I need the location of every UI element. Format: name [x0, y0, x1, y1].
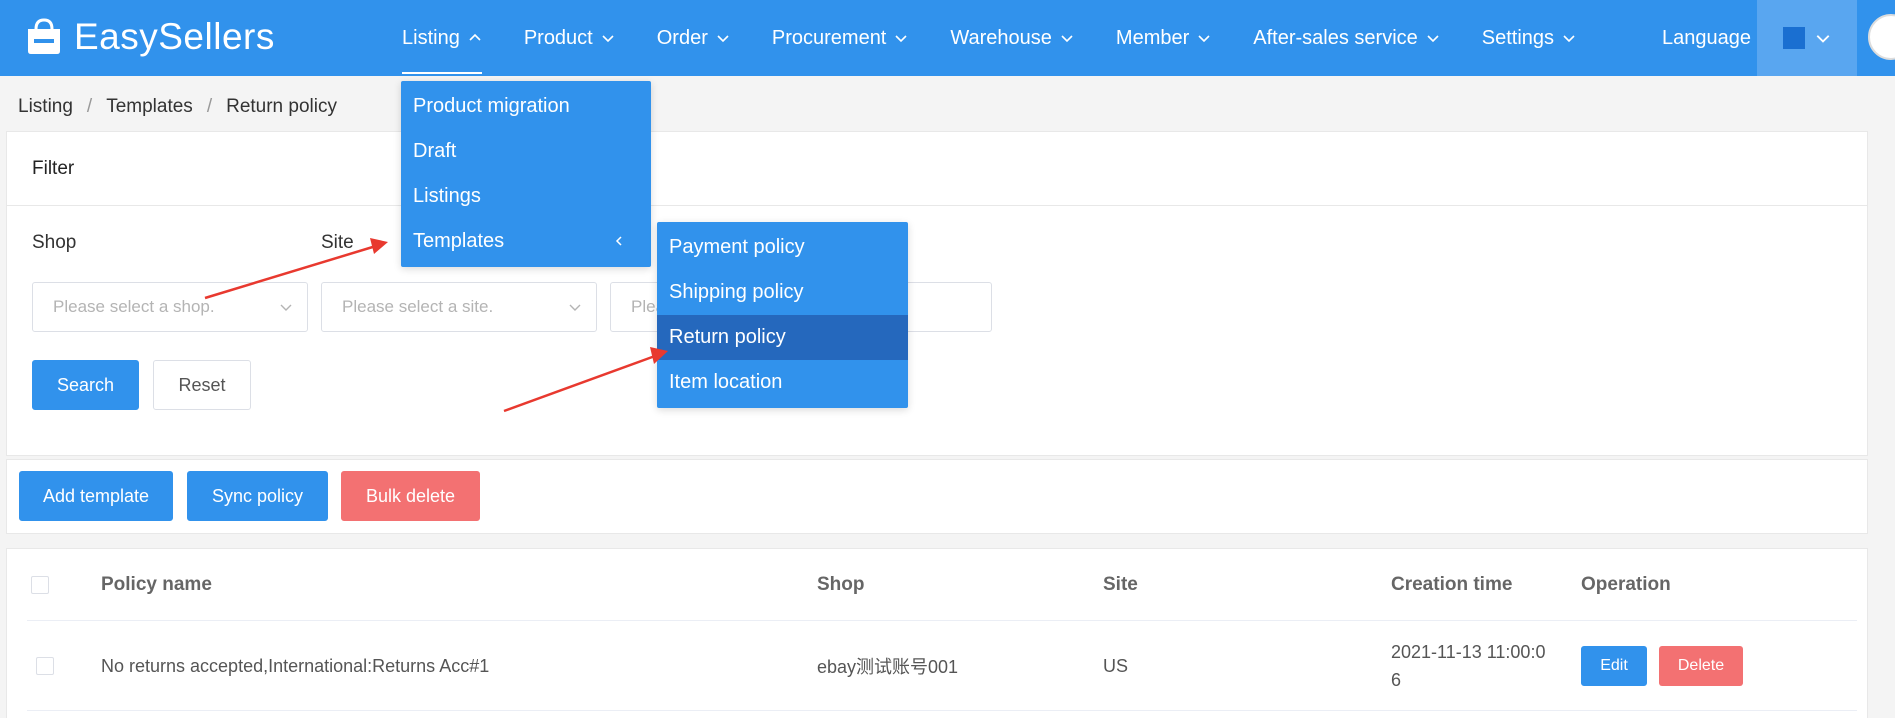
- chevron-down-icon: [1427, 35, 1439, 43]
- chevron-down-icon: [280, 304, 292, 311]
- action-bar: Add template Sync policy Bulk delete: [6, 459, 1868, 534]
- shopping-bag-icon: [24, 17, 64, 57]
- menu-item-product-migration[interactable]: Product migration: [401, 84, 651, 129]
- site-cell: US: [1103, 655, 1129, 676]
- policy-name-cell: No returns accepted,International:Return…: [101, 655, 490, 676]
- column-shop: Shop: [817, 574, 865, 595]
- submenu-item-shipping-policy[interactable]: Shipping policy: [657, 270, 908, 315]
- breadcrumb-separator: /: [86, 96, 93, 117]
- creation-time-line2: 6: [1391, 670, 1402, 690]
- nav-order-label: Order: [656, 26, 708, 49]
- column-operation: Operation: [1581, 574, 1671, 595]
- breadcrumb-return-policy: Return policy: [226, 96, 337, 117]
- avatar[interactable]: [1868, 14, 1895, 60]
- nav-order[interactable]: Order: [657, 0, 730, 76]
- add-template-button[interactable]: Add template: [19, 471, 173, 521]
- column-policy-name: Policy name: [101, 574, 212, 595]
- nav-product[interactable]: Product: [524, 0, 615, 76]
- delete-button[interactable]: Delete: [1659, 646, 1743, 686]
- chevron-down-icon: [569, 304, 581, 311]
- chevron-up-icon: [469, 33, 481, 41]
- chevron-left-icon: [615, 236, 622, 246]
- filter-title: Filter: [7, 132, 1867, 206]
- column-creation-time: Creation time: [1391, 574, 1513, 595]
- edit-button[interactable]: Edit: [1581, 646, 1647, 686]
- templates-submenu: Payment policy Shipping policy Return po…: [657, 222, 908, 408]
- nav-after-sales-service[interactable]: After-sales service: [1253, 0, 1440, 76]
- column-site: Site: [1103, 574, 1138, 595]
- submenu-item-return-policy[interactable]: Return policy: [657, 315, 908, 360]
- account-color-square: [1783, 27, 1805, 49]
- search-button[interactable]: Search: [32, 360, 139, 410]
- creation-time-cell: 2021-11-13 11:00:0 6: [1391, 621, 1545, 711]
- nav-warehouse[interactable]: Warehouse: [950, 0, 1074, 76]
- main-nav: Listing Product Order Procurement Wareho…: [402, 0, 1618, 76]
- menu-item-draft[interactable]: Draft: [401, 129, 651, 174]
- shop-select-placeholder: Please select a shop.: [53, 297, 215, 316]
- shop-cell: ebay测试账号001: [817, 657, 959, 677]
- chevron-down-icon: [1061, 35, 1073, 43]
- table-row: No returns accepted,International:Return…: [27, 621, 1857, 711]
- nav-member-label: Member: [1115, 26, 1190, 49]
- nav-listing[interactable]: Listing: [402, 0, 482, 76]
- breadcrumb-listing[interactable]: Listing: [18, 96, 73, 118]
- language-switcher[interactable]: Language: [1662, 0, 1751, 76]
- account-dropdown[interactable]: [1757, 0, 1857, 76]
- select-all-checkbox[interactable]: [31, 549, 49, 621]
- site-select[interactable]: Please select a site.: [321, 282, 597, 332]
- nav-product-label: Product: [523, 26, 593, 49]
- reset-button[interactable]: Reset: [153, 360, 251, 410]
- chevron-down-icon: [1816, 35, 1830, 43]
- nav-procurement-label: Procurement: [771, 26, 887, 49]
- nav-warehouse-label: Warehouse: [950, 26, 1052, 49]
- site-select-placeholder: Please select a site.: [342, 297, 494, 316]
- nav-after-sales-label: After-sales service: [1253, 26, 1418, 49]
- brand-name: EasySellers: [74, 16, 275, 57]
- bulk-delete-button[interactable]: Bulk delete: [341, 471, 480, 521]
- row-checkbox[interactable]: [36, 621, 54, 711]
- listing-dropdown-menu: Product migration Draft Listings Templat…: [401, 81, 651, 267]
- breadcrumb: Listing / Templates / Return policy: [18, 96, 337, 118]
- policy-table: Policy name Shop Site Creation time Oper…: [6, 548, 1868, 718]
- creation-time-line1: 2021-11-13 11:00:0: [1391, 642, 1546, 662]
- shop-select[interactable]: Please select a shop.: [32, 282, 308, 332]
- shop-label: Shop: [32, 232, 77, 253]
- nav-settings[interactable]: Settings: [1482, 0, 1576, 76]
- chevron-down-icon: [602, 35, 614, 43]
- chevron-down-icon: [895, 35, 907, 43]
- menu-item-listings[interactable]: Listings: [401, 174, 651, 219]
- chevron-down-icon: [717, 35, 729, 43]
- nav-listing-label: Listing: [402, 26, 460, 49]
- submenu-item-item-location[interactable]: Item location: [657, 360, 908, 405]
- operation-cell: Edit Delete: [1581, 621, 1743, 711]
- table-header: Policy name Shop Site Creation time Oper…: [27, 549, 1857, 621]
- site-label: Site: [321, 232, 354, 253]
- nav-member[interactable]: Member: [1116, 0, 1211, 76]
- submenu-item-payment-policy[interactable]: Payment policy: [657, 225, 908, 270]
- menu-item-templates[interactable]: Templates: [401, 219, 651, 264]
- top-navigation-bar: EasySellers Listing Product Order Procur…: [0, 0, 1895, 76]
- chevron-down-icon: [1198, 35, 1210, 43]
- brand-logo[interactable]: EasySellers: [24, 14, 275, 60]
- filter-panel: Filter Shop Site Please select a shop. P…: [6, 131, 1868, 456]
- nav-procurement[interactable]: Procurement: [772, 0, 909, 76]
- breadcrumb-templates[interactable]: Templates: [106, 96, 193, 118]
- menu-item-templates-label: Templates: [413, 230, 505, 252]
- chevron-down-icon: [1563, 35, 1575, 43]
- nav-settings-label: Settings: [1481, 26, 1555, 49]
- sync-policy-button[interactable]: Sync policy: [187, 471, 328, 521]
- breadcrumb-separator: /: [206, 96, 213, 117]
